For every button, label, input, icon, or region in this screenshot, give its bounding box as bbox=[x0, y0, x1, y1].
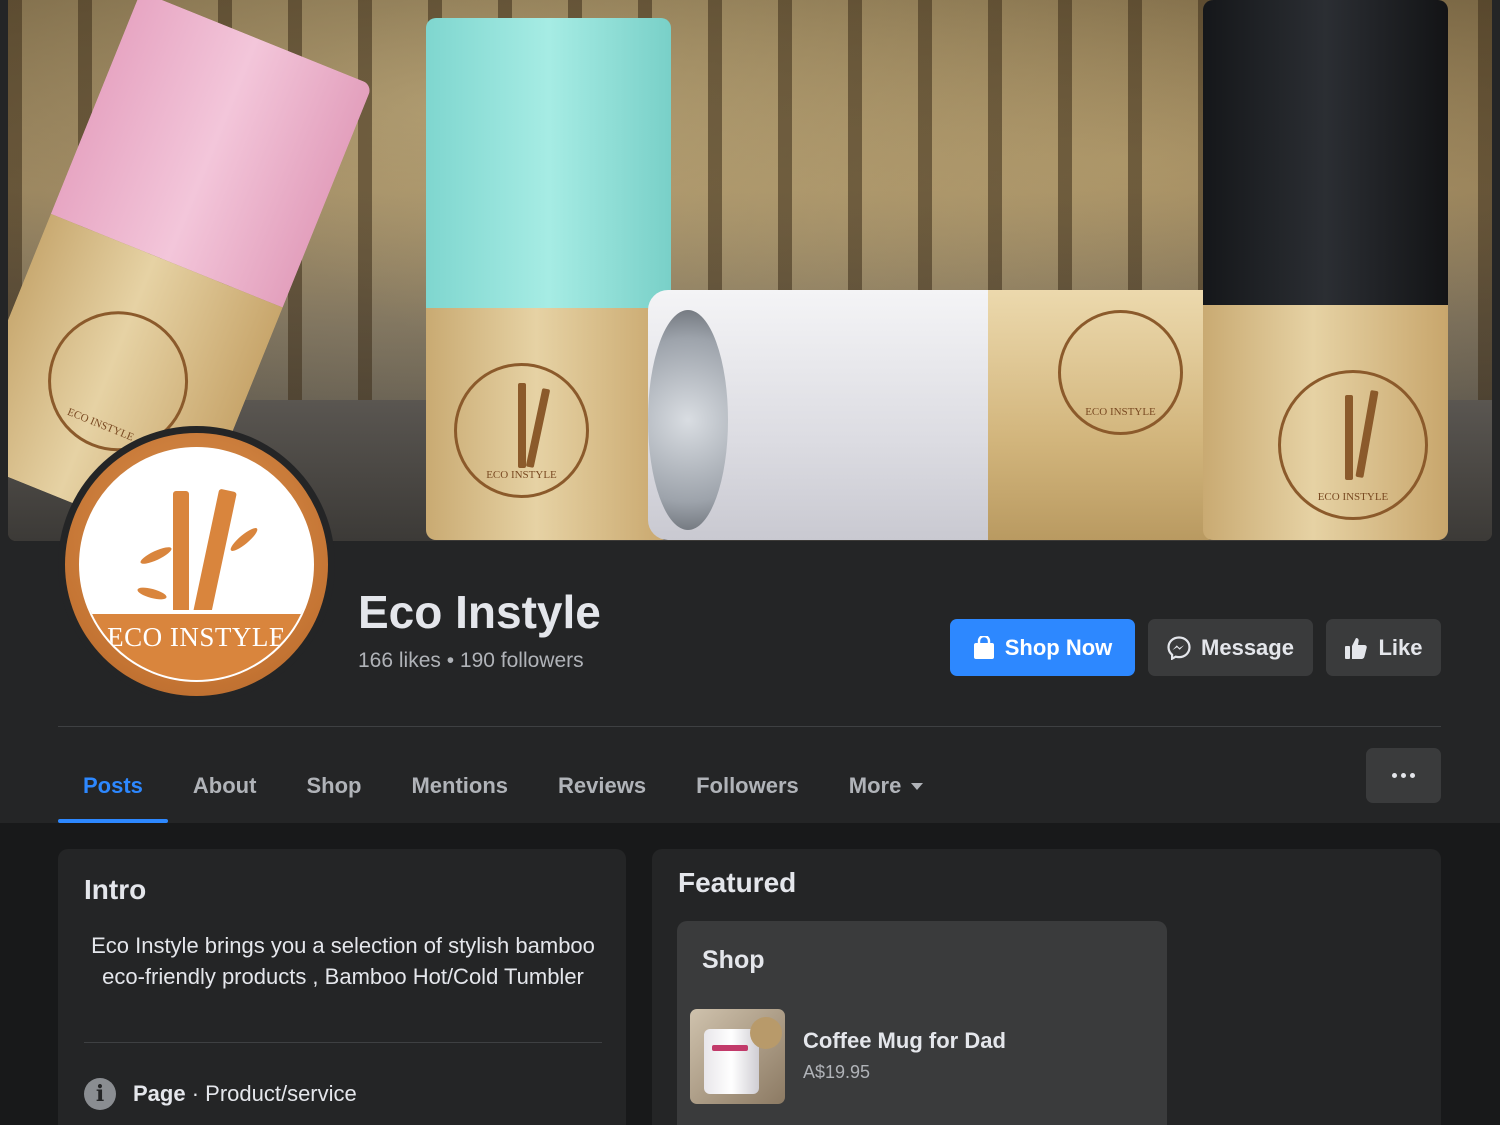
header-divider bbox=[58, 726, 1441, 727]
more-options-button[interactable] bbox=[1366, 748, 1441, 803]
category-value: · Product/service bbox=[185, 1081, 357, 1106]
page-category: i Page · Product/service bbox=[84, 1078, 357, 1110]
teal-tumbler: ECO INSTYLE bbox=[426, 18, 671, 540]
intro-title: Intro bbox=[84, 874, 147, 905]
messenger-icon bbox=[1167, 635, 1191, 660]
tab-followers[interactable]: Followers bbox=[671, 748, 824, 823]
bamboo-stalk-right bbox=[191, 488, 237, 626]
bamboo-stalk-left bbox=[173, 491, 189, 623]
tab-shop[interactable]: Shop bbox=[281, 748, 386, 823]
tab-about[interactable]: About bbox=[168, 748, 282, 823]
thumbs-up-icon bbox=[1345, 637, 1368, 659]
intro-divider bbox=[84, 1042, 602, 1043]
white-tumbler: ECO INSTYLE bbox=[648, 290, 1228, 540]
tab-posts[interactable]: Posts bbox=[58, 748, 168, 823]
page-tabs: Posts About Shop Mentions Reviews Follow… bbox=[58, 748, 948, 823]
page-stats[interactable]: 166 likes • 190 followers bbox=[358, 649, 584, 673]
info-icon: i bbox=[84, 1078, 116, 1110]
tab-reviews[interactable]: Reviews bbox=[533, 748, 671, 823]
product-price: A$19.95 bbox=[803, 1062, 871, 1082]
shop-card-title: Shop bbox=[702, 946, 765, 974]
like-button[interactable]: Like bbox=[1326, 619, 1441, 676]
caret-down-icon bbox=[911, 783, 924, 790]
message-label: Message bbox=[1201, 634, 1294, 660]
shop-now-button[interactable]: Shop Now bbox=[950, 619, 1135, 676]
intro-bio: Eco Instyle brings you a selection of st… bbox=[91, 933, 595, 989]
shop-now-label: Shop Now bbox=[1004, 634, 1113, 660]
product-name[interactable]: Coffee Mug for Dad bbox=[803, 1028, 1006, 1054]
black-tumbler: ECO INSTYLE bbox=[1203, 0, 1448, 540]
like-label: Like bbox=[1378, 634, 1423, 660]
page-title: Eco Instyle bbox=[358, 586, 601, 638]
logo: ECO INSTYLE bbox=[65, 433, 328, 696]
message-button[interactable]: Message bbox=[1148, 619, 1313, 676]
tab-mentions[interactable]: Mentions bbox=[386, 748, 533, 823]
shopping-bag-icon bbox=[973, 635, 994, 659]
category-prefix: Page bbox=[133, 1081, 186, 1106]
tab-more[interactable]: More bbox=[824, 748, 949, 823]
product-thumbnail[interactable] bbox=[690, 1009, 785, 1104]
featured-title: Featured bbox=[678, 867, 797, 898]
bamboo-leaf bbox=[136, 585, 168, 602]
profile-picture[interactable]: ECO INSTYLE bbox=[58, 426, 335, 703]
bamboo-leaf bbox=[228, 525, 260, 554]
logo-text: ECO INSTYLE bbox=[107, 622, 286, 652]
ellipsis-icon bbox=[1392, 773, 1415, 778]
bamboo-leaf bbox=[138, 544, 174, 567]
